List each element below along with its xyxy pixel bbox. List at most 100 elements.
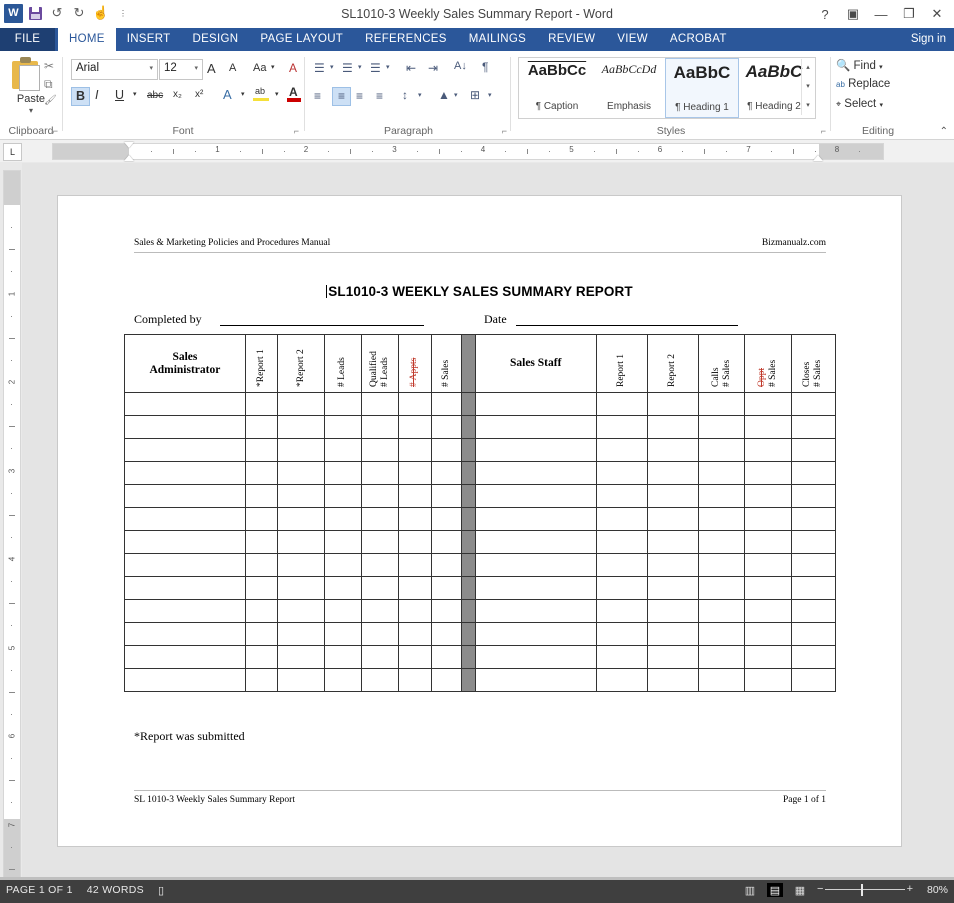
change-case-icon[interactable]: Aa	[253, 62, 266, 74]
table-cell[interactable]	[278, 462, 324, 485]
table-cell[interactable]	[596, 531, 647, 554]
zoom-slider-handle[interactable]	[861, 884, 863, 896]
decrease-indent-icon[interactable]: ⇤	[406, 61, 416, 75]
justify-icon[interactable]: ≡	[376, 89, 383, 103]
table-row[interactable]	[125, 623, 836, 646]
tab-review[interactable]: REVIEW	[537, 28, 606, 51]
tab-file[interactable]: FILE	[0, 28, 55, 51]
table-cell[interactable]	[745, 600, 791, 623]
underline-icon[interactable]: U	[115, 88, 124, 102]
table-cell[interactable]	[791, 531, 835, 554]
underline-dropdown-icon[interactable]: ▾	[133, 90, 137, 98]
font-color-swatch[interactable]	[287, 98, 301, 102]
first-line-indent-marker[interactable]	[124, 142, 134, 148]
table-cell[interactable]	[361, 531, 398, 554]
tab-view[interactable]: VIEW	[606, 28, 659, 51]
paste-dropdown-arrow[interactable]: ▾	[0, 106, 62, 115]
subscript-icon[interactable]: x₂	[173, 89, 182, 100]
table-row[interactable]	[125, 577, 836, 600]
table-cell[interactable]	[278, 577, 324, 600]
table-cell[interactable]	[698, 439, 744, 462]
multilevel-dropdown-icon[interactable]: ▾	[386, 63, 390, 71]
table-cell[interactable]	[791, 462, 835, 485]
table-cell[interactable]	[647, 646, 698, 669]
borders-icon[interactable]: ⊞	[470, 88, 480, 102]
table-cell[interactable]	[698, 577, 744, 600]
table-cell[interactable]	[647, 531, 698, 554]
close-icon[interactable]: ✕	[924, 1, 950, 27]
font-dialog-launcher[interactable]: ⌐	[294, 126, 299, 136]
table-cell[interactable]	[596, 508, 647, 531]
table-cell[interactable]	[431, 554, 461, 577]
table-cell[interactable]	[125, 577, 246, 600]
numbering-icon[interactable]: ☰	[342, 61, 353, 75]
table-cell[interactable]	[324, 600, 361, 623]
highlight-color-swatch[interactable]	[253, 98, 269, 101]
italic-icon[interactable]: I	[95, 88, 98, 102]
copy-icon[interactable]: ⧉	[44, 77, 53, 92]
table-cell[interactable]	[698, 623, 744, 646]
table-cell[interactable]	[399, 577, 432, 600]
table-cell[interactable]	[475, 416, 596, 439]
font-name-input[interactable]: Arial ▾	[71, 59, 158, 80]
tab-references[interactable]: REFERENCES	[354, 28, 458, 51]
table-cell[interactable]	[431, 416, 461, 439]
table-cell[interactable]	[361, 577, 398, 600]
table-cell[interactable]	[647, 416, 698, 439]
table-row[interactable]	[125, 669, 836, 692]
table-cell[interactable]	[125, 393, 246, 416]
table-cell[interactable]	[278, 508, 324, 531]
status-word-count[interactable]: 42 WORDS	[87, 884, 144, 896]
collapse-ribbon-icon[interactable]: ⌃	[940, 126, 948, 137]
table-cell[interactable]	[245, 508, 278, 531]
table-cell[interactable]	[125, 416, 246, 439]
table-cell[interactable]	[399, 623, 432, 646]
table-cell[interactable]	[125, 508, 246, 531]
table-cell[interactable]	[278, 600, 324, 623]
table-cell[interactable]	[698, 462, 744, 485]
table-cell[interactable]	[475, 508, 596, 531]
table-cell[interactable]	[324, 508, 361, 531]
table-cell[interactable]	[361, 508, 398, 531]
table-cell[interactable]	[431, 485, 461, 508]
table-cell[interactable]	[125, 485, 246, 508]
table-cell[interactable]	[596, 554, 647, 577]
text-effects-dropdown-icon[interactable]: ▾	[241, 90, 245, 98]
table-cell[interactable]	[745, 577, 791, 600]
date-field[interactable]	[516, 312, 738, 326]
table-cell[interactable]	[745, 669, 791, 692]
line-spacing-icon[interactable]: ↕	[402, 88, 408, 102]
table-cell[interactable]	[361, 600, 398, 623]
table-cell[interactable]	[745, 416, 791, 439]
table-cell[interactable]	[245, 462, 278, 485]
table-row[interactable]	[125, 439, 836, 462]
table-cell[interactable]	[647, 669, 698, 692]
table-cell[interactable]	[324, 462, 361, 485]
shading-icon[interactable]: ▲	[438, 88, 450, 102]
table-cell[interactable]	[278, 439, 324, 462]
table-cell[interactable]	[596, 393, 647, 416]
clear-formatting-icon[interactable]: A	[289, 61, 297, 75]
table-cell[interactable]	[245, 600, 278, 623]
table-cell[interactable]	[125, 600, 246, 623]
table-cell[interactable]	[475, 577, 596, 600]
table-cell[interactable]	[596, 462, 647, 485]
table-row[interactable]	[125, 393, 836, 416]
show-formatting-marks-icon[interactable]: ¶	[482, 60, 488, 74]
table-cell[interactable]	[745, 485, 791, 508]
table-cell[interactable]	[745, 554, 791, 577]
table-cell[interactable]	[791, 416, 835, 439]
zoom-level[interactable]: 80%	[922, 884, 948, 896]
line-spacing-dropdown-icon[interactable]: ▾	[418, 91, 422, 99]
table-cell[interactable]	[698, 554, 744, 577]
table-row[interactable]	[125, 485, 836, 508]
table-cell[interactable]	[399, 531, 432, 554]
table-row[interactable]	[125, 646, 836, 669]
table-cell[interactable]	[278, 554, 324, 577]
find-button[interactable]: 🔍 Find ▾	[836, 58, 883, 72]
help-icon[interactable]: ?	[812, 1, 838, 27]
table-cell[interactable]	[475, 554, 596, 577]
table-cell[interactable]	[698, 531, 744, 554]
document-canvas[interactable]: Sales & Marketing Policies and Procedure…	[22, 163, 954, 877]
increase-indent-icon[interactable]: ⇥	[428, 61, 438, 75]
